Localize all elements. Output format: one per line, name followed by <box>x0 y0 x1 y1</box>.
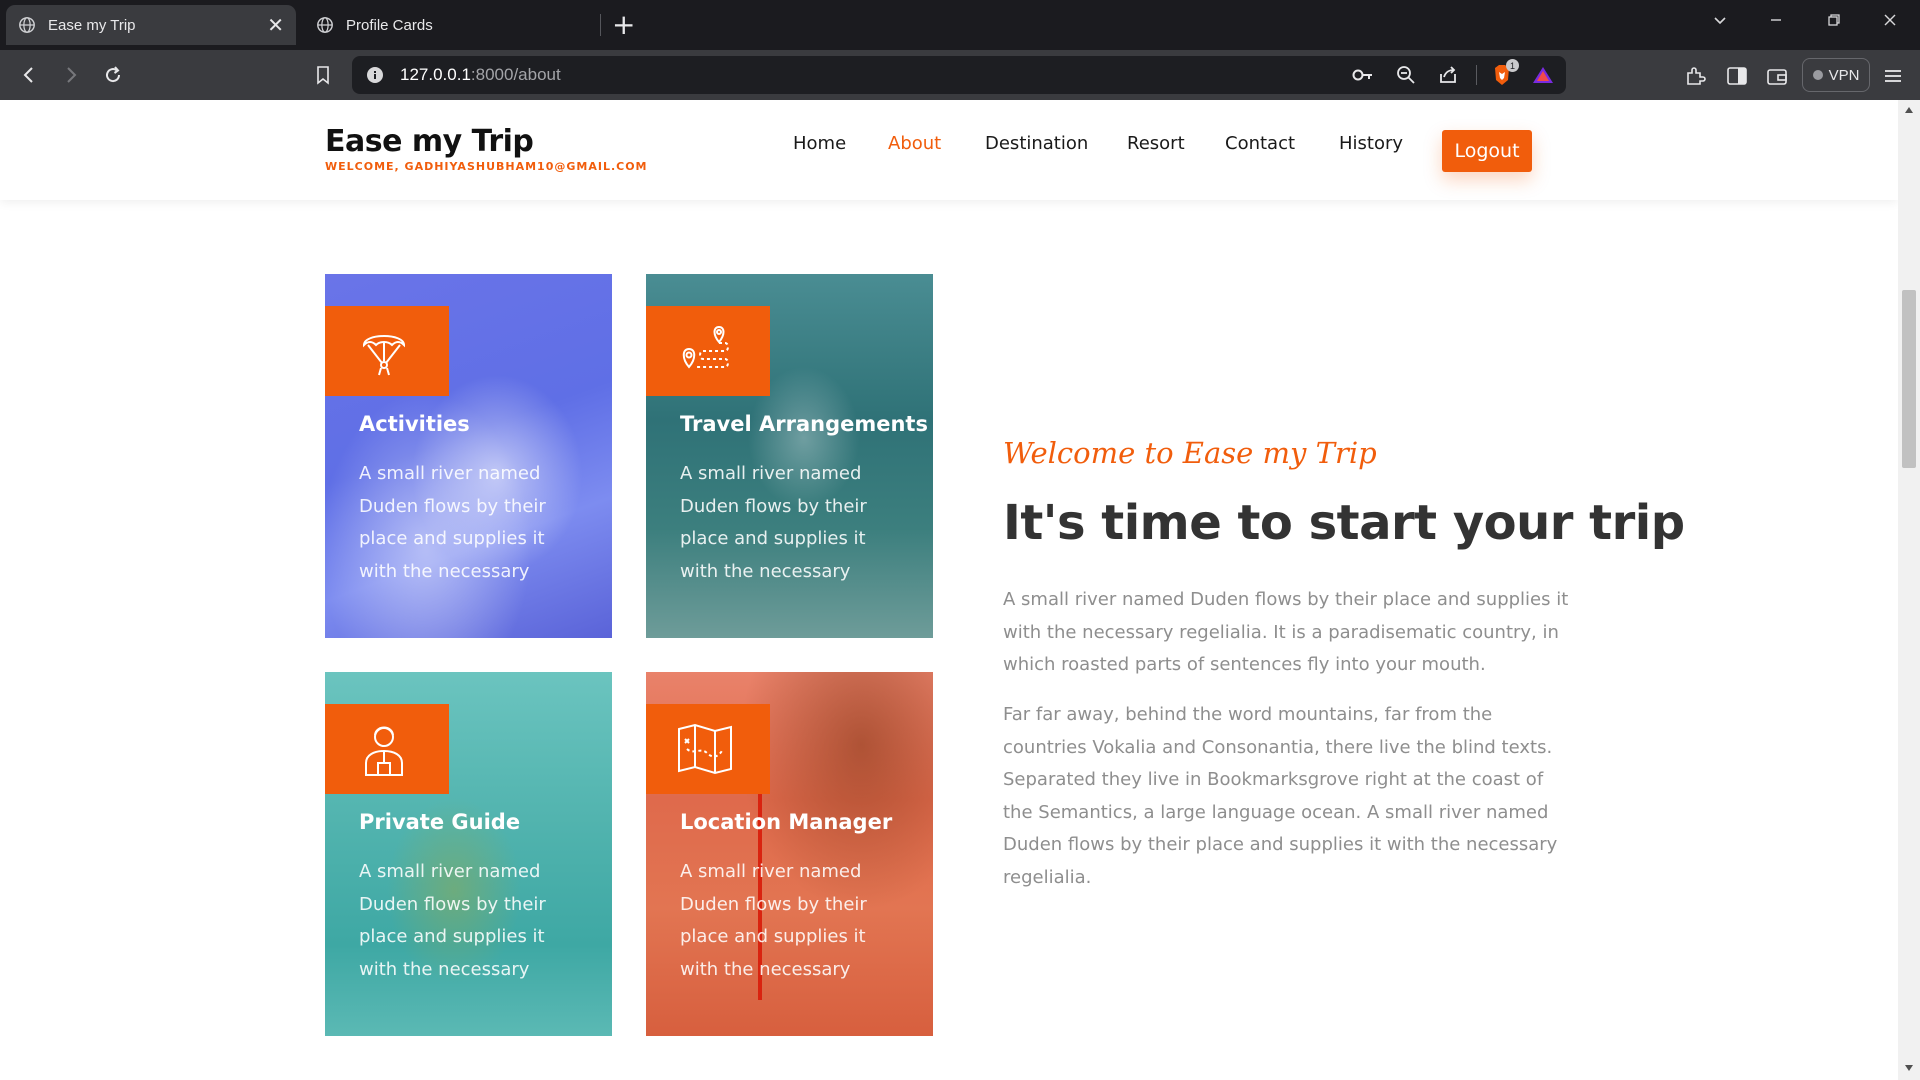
nav-contact[interactable]: Contact <box>1225 133 1295 154</box>
zoom-out-icon[interactable] <box>1396 65 1416 85</box>
tab-ease-my-trip[interactable]: Ease my Trip ✕ <box>6 5 296 45</box>
nav-about[interactable]: About <box>888 133 941 154</box>
page-scrollbar[interactable] <box>1898 100 1920 1080</box>
vpn-label: VPN <box>1828 66 1860 84</box>
reload-icon[interactable] <box>98 60 128 90</box>
service-card-travel-arrangements[interactable]: Travel Arrangements A small river named … <box>646 274 933 638</box>
card-icon-box <box>646 306 770 396</box>
card-title: Private Guide <box>359 810 521 834</box>
scrollbar-thumb[interactable] <box>1902 290 1916 468</box>
url-text: 127.0.0.1:8000/about <box>400 65 561 84</box>
key-icon[interactable] <box>1352 65 1374 85</box>
nav-history[interactable]: History <box>1339 133 1403 154</box>
card-icon-box <box>646 704 770 794</box>
forward-icon[interactable] <box>56 60 86 90</box>
nav-destination[interactable]: Destination <box>985 133 1088 154</box>
brand-logo[interactable]: Ease my Trip <box>325 124 534 159</box>
service-card-activities[interactable]: Activities A small river named Duden flo… <box>325 274 612 638</box>
card-title: Location Manager <box>680 810 893 834</box>
tab-title: Ease my Trip <box>48 16 136 34</box>
card-icon-box <box>325 704 449 794</box>
logout-button[interactable]: Logout <box>1442 130 1532 172</box>
new-tab-icon[interactable]: + <box>612 8 635 41</box>
globe-icon <box>317 17 333 33</box>
card-description: A small river named Duden flows by their… <box>359 463 546 582</box>
section-subheading: Welcome to Ease my Trip <box>1003 436 1377 470</box>
folded-map-icon <box>678 723 732 775</box>
vpn-status-icon <box>1812 70 1823 80</box>
card-description: A small river named Duden flows by their… <box>680 861 867 980</box>
share-icon[interactable] <box>1438 65 1458 85</box>
card-description: A small river named Duden flows by their… <box>680 463 867 582</box>
card-description: A small river named Duden flows by their… <box>359 861 546 980</box>
globe-icon <box>19 17 35 33</box>
scroll-down-arrow-icon[interactable] <box>1904 1064 1914 1072</box>
menu-icon[interactable] <box>1882 65 1904 87</box>
restore-icon[interactable] <box>1806 0 1862 40</box>
welcome-user-text: WELCOME, GADHIYASHUBHAM10@GMAIL.COM <box>325 160 648 173</box>
vpn-button[interactable]: VPN <box>1802 58 1870 92</box>
intro-paragraph-2: Far far away, behind the word mountains,… <box>1003 704 1558 888</box>
site-header: Ease my Trip WELCOME, GADHIYASHUBHAM10@G… <box>0 100 1898 200</box>
parachute-icon <box>362 335 406 376</box>
service-card-location-manager[interactable]: Location Manager A small river named Dud… <box>646 672 933 1036</box>
shield-count-badge: 1 <box>1506 59 1519 72</box>
card-title: Activities <box>359 412 470 436</box>
page-viewport: Ease my Trip WELCOME, GADHIYASHUBHAM10@G… <box>0 100 1898 1080</box>
brave-rewards-icon[interactable] <box>1532 65 1554 85</box>
tab-profile-cards[interactable]: Profile Cards <box>304 5 600 45</box>
browser-tab-bar: Ease my Trip ✕ Profile Cards + <box>0 0 1920 50</box>
intro-paragraph-1: A small river named Duden flows by their… <box>1003 589 1569 675</box>
bookmark-icon[interactable] <box>308 60 338 90</box>
extensions-icon[interactable] <box>1684 65 1706 87</box>
close-window-icon[interactable] <box>1862 0 1918 40</box>
close-tab-icon[interactable]: ✕ <box>267 13 284 38</box>
nav-resort[interactable]: Resort <box>1127 133 1185 154</box>
sidebar-icon[interactable] <box>1726 65 1748 87</box>
address-bar[interactable]: 127.0.0.1:8000/about 1 <box>352 56 1566 94</box>
tab-search-chevron-icon[interactable] <box>1692 0 1748 40</box>
card-title: Travel Arrangements <box>680 412 928 436</box>
scroll-up-arrow-icon[interactable] <box>1904 106 1914 114</box>
nav-home[interactable]: Home <box>793 133 846 154</box>
tab-title: Profile Cards <box>346 16 433 34</box>
card-icon-box <box>325 306 449 396</box>
site-info-icon[interactable] <box>366 66 384 84</box>
browser-toolbar: 127.0.0.1:8000/about 1 VPN <box>0 50 1920 100</box>
wallet-icon[interactable] <box>1766 65 1788 87</box>
tab-separator <box>600 14 601 36</box>
back-icon[interactable] <box>14 60 44 90</box>
section-heading: It's time to start your trip <box>1003 495 1685 551</box>
guide-person-icon <box>365 726 403 776</box>
service-card-private-guide[interactable]: Private Guide A small river named Duden … <box>325 672 612 1036</box>
route-map-pin-icon <box>682 325 729 369</box>
toolbar-divider <box>1476 65 1477 85</box>
minimize-icon[interactable] <box>1748 0 1804 40</box>
